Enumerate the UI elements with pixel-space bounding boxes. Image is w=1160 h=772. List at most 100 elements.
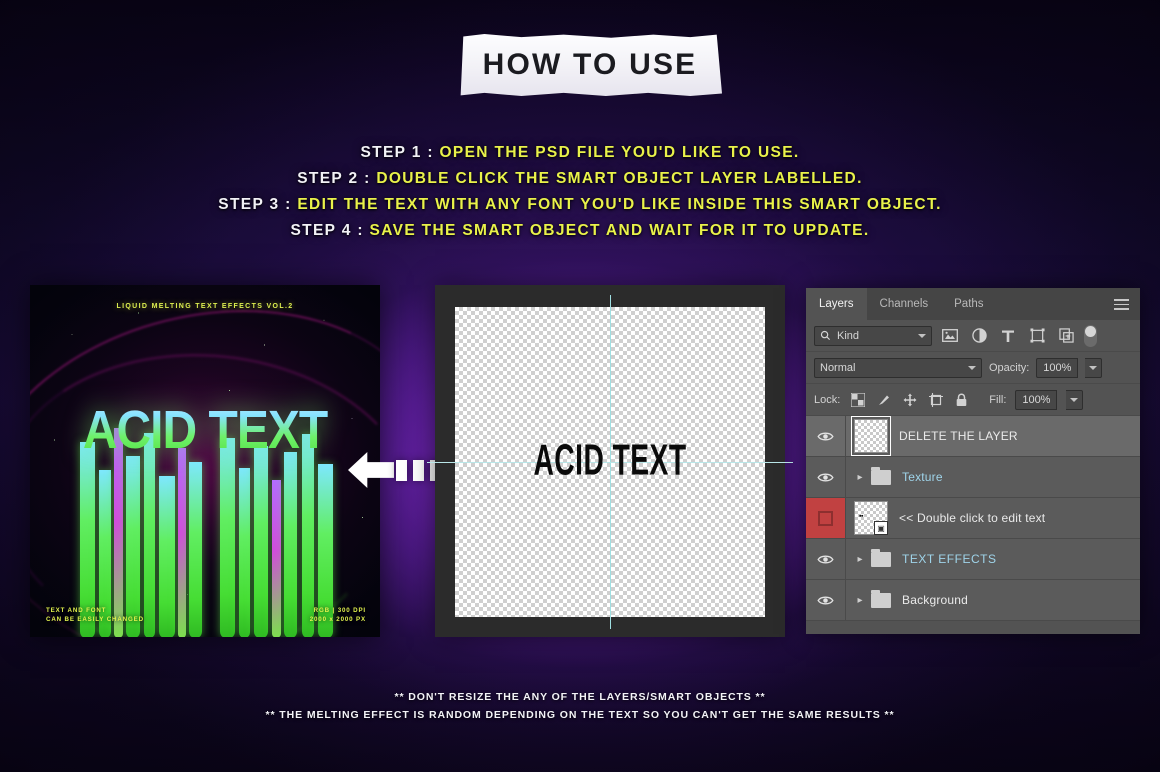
poster-preview: LIQUID MELTING TEXT EFFECTS VOL.2 ACID T…	[30, 285, 380, 637]
eye-icon	[817, 473, 834, 481]
table-row[interactable]: ▪▪ ▣ << Double click to edit text	[806, 498, 1140, 539]
chevron-right-icon[interactable]: ▸	[852, 472, 868, 483]
layer-thumbnail[interactable]: ▪▪ ▣	[854, 501, 888, 535]
layer-name[interactable]: TEXT EFFECTS	[902, 552, 996, 566]
filter-toggle-switch[interactable]	[1084, 324, 1097, 347]
steps-list: STEP 1 : OPEN THE PSD FILE YOU'D LIKE TO…	[0, 140, 1160, 244]
layer-visibility-toggle[interactable]	[806, 416, 846, 456]
poster-footer-left: TEXT AND FONT CAN BE EASILY CHANGED	[46, 606, 144, 624]
arrow-left-icon	[348, 452, 394, 488]
poster-footer-left-line2: CAN BE EASILY CHANGED	[46, 616, 144, 623]
smart-object-filter-icon[interactable]	[1055, 325, 1077, 347]
page-background: HOW TO USE STEP 1 : OPEN THE PSD FILE YO…	[0, 0, 1160, 772]
chevron-right-icon[interactable]: ▸	[852, 595, 868, 606]
table-row[interactable]: DELETE THE LAYER	[806, 416, 1140, 457]
tab-layers[interactable]: Layers	[806, 288, 867, 320]
arrow-dash-1	[396, 460, 407, 481]
panel-menu-icon[interactable]	[1114, 299, 1129, 310]
footer-line-2: ** THE MELTING EFFECT IS RANDOM DEPENDIN…	[265, 709, 895, 721]
layer-visibility-toggle[interactable]	[806, 580, 846, 620]
tab-channels[interactable]: Channels	[867, 288, 942, 320]
poster-footer-right: RGB | 300 DPI 2000 x 2000 PX	[310, 606, 366, 624]
chevron-down-icon	[968, 365, 976, 370]
hidden-visibility-marker	[818, 510, 833, 526]
shape-layer-filter-icon[interactable]	[1026, 325, 1048, 347]
photoshop-layers-panel: Layers Channels Paths Kind Normal Opacit…	[806, 288, 1140, 634]
folder-icon	[871, 589, 891, 608]
smart-object-text[interactable]: ACID TEXT	[464, 437, 755, 486]
page-title-tape: HOW TO USE	[460, 34, 722, 96]
poster-footer-right-line2: 2000 x 2000 PX	[309, 616, 366, 623]
table-row[interactable]: ▸ TEXT EFFECTS	[806, 539, 1140, 580]
layer-visibility-toggle[interactable]	[806, 457, 846, 497]
pixel-layer-filter-icon[interactable]	[939, 325, 961, 347]
thumbnail-text-preview: ▪▪	[859, 513, 863, 520]
opacity-value[interactable]: 100%	[1036, 357, 1079, 378]
lock-position-icon[interactable]	[901, 391, 918, 408]
poster-header-text: LIQUID MELTING TEXT EFFECTS VOL.2	[116, 303, 294, 310]
lock-artboard-nesting-icon[interactable]	[927, 391, 944, 408]
layer-filter-row: Kind	[806, 320, 1140, 352]
blend-mode-select[interactable]: Normal	[814, 357, 982, 378]
layer-name[interactable]: Texture	[902, 470, 943, 484]
lock-image-pixels-icon[interactable]	[875, 391, 892, 408]
type-layer-filter-icon[interactable]	[997, 325, 1019, 347]
chevron-down-icon	[1089, 365, 1098, 370]
table-row[interactable]: ▸ Texture	[806, 457, 1140, 498]
layer-name[interactable]: << Double click to edit text	[899, 511, 1045, 525]
poster-footer-right-line1: RGB | 300 DPI	[313, 607, 366, 614]
fill-stepper[interactable]	[1066, 389, 1084, 410]
step-item-3: STEP 3 : EDIT THE TEXT WITH ANY FONT YOU…	[0, 192, 1160, 218]
lock-transparent-pixels-icon[interactable]	[849, 391, 866, 408]
chevron-right-icon[interactable]: ▸	[852, 554, 868, 565]
opacity-label: Opacity:	[989, 361, 1030, 374]
fill-value[interactable]: 100%	[1015, 389, 1058, 410]
layer-name[interactable]: DELETE THE LAYER	[899, 429, 1018, 443]
step-label-1: STEP 1 :	[360, 144, 434, 161]
step-text-3: EDIT THE TEXT WITH ANY FONT YOU'D LIKE I…	[297, 196, 942, 213]
table-row[interactable]: ▸ Background	[806, 580, 1140, 621]
layer-visibility-toggle[interactable]	[806, 498, 846, 538]
chevron-down-icon	[1070, 397, 1079, 402]
arrow-dash-2	[413, 460, 424, 481]
tab-paths[interactable]: Paths	[941, 288, 996, 320]
step-item-2: STEP 2 : DOUBLE CLICK THE SMART OBJECT L…	[0, 166, 1160, 192]
layer-thumbnail[interactable]	[854, 419, 888, 453]
blend-mode-row: Normal Opacity: 100%	[806, 352, 1140, 384]
poster-footer-left-line1: TEXT AND FONT	[46, 607, 107, 614]
blend-mode-value: Normal	[820, 361, 856, 374]
opacity-stepper[interactable]	[1085, 357, 1103, 378]
step-label-2: STEP 2 :	[297, 170, 371, 187]
chevron-down-icon	[918, 333, 926, 338]
folder-icon	[871, 466, 891, 485]
smart-object-canvas[interactable]: ACID TEXT	[427, 295, 793, 629]
poster-artwork-text: ACID TEXT	[44, 400, 366, 462]
lock-label: Lock:	[814, 393, 841, 406]
footer-line-1: ** DON'T RESIZE THE ANY OF THE LAYERS/SM…	[394, 691, 766, 703]
step-text-4: SAVE THE SMART OBJECT AND WAIT FOR IT TO…	[369, 222, 870, 239]
footer-notes: ** DON'T RESIZE THE ANY OF THE LAYERS/SM…	[0, 688, 1160, 724]
layer-visibility-toggle[interactable]	[806, 539, 846, 579]
eye-icon	[817, 555, 834, 563]
step-text-1: OPEN THE PSD FILE YOU'D LIKE TO USE.	[439, 144, 800, 161]
eye-icon	[817, 596, 834, 604]
filter-kind-select[interactable]: Kind	[814, 325, 932, 346]
adjustment-layer-filter-icon[interactable]	[968, 325, 990, 347]
smart-object-window: ACID TEXT	[427, 285, 793, 637]
smart-object-badge-icon: ▣	[874, 521, 888, 535]
page-title: HOW TO USE	[482, 48, 698, 81]
step-item-4: STEP 4 : SAVE THE SMART OBJECT AND WAIT …	[0, 218, 1160, 244]
fill-label: Fill:	[989, 393, 1007, 406]
step-item-1: STEP 1 : OPEN THE PSD FILE YOU'D LIKE TO…	[0, 140, 1160, 166]
eye-icon	[817, 432, 834, 440]
lock-row: Lock: Fill: 100%	[806, 384, 1140, 416]
filter-kind-label: Kind	[837, 329, 860, 342]
lock-all-icon[interactable]	[953, 391, 970, 408]
layer-name[interactable]: Background	[902, 593, 968, 607]
folder-icon	[871, 548, 891, 567]
poster-melting-artwork: ACID TEXT	[44, 400, 366, 637]
step-text-2: DOUBLE CLICK THE SMART OBJECT LAYER LABE…	[376, 170, 863, 187]
search-icon	[820, 330, 831, 341]
step-label-3: STEP 3 :	[218, 196, 292, 213]
panel-tab-bar: Layers Channels Paths	[806, 288, 1140, 320]
